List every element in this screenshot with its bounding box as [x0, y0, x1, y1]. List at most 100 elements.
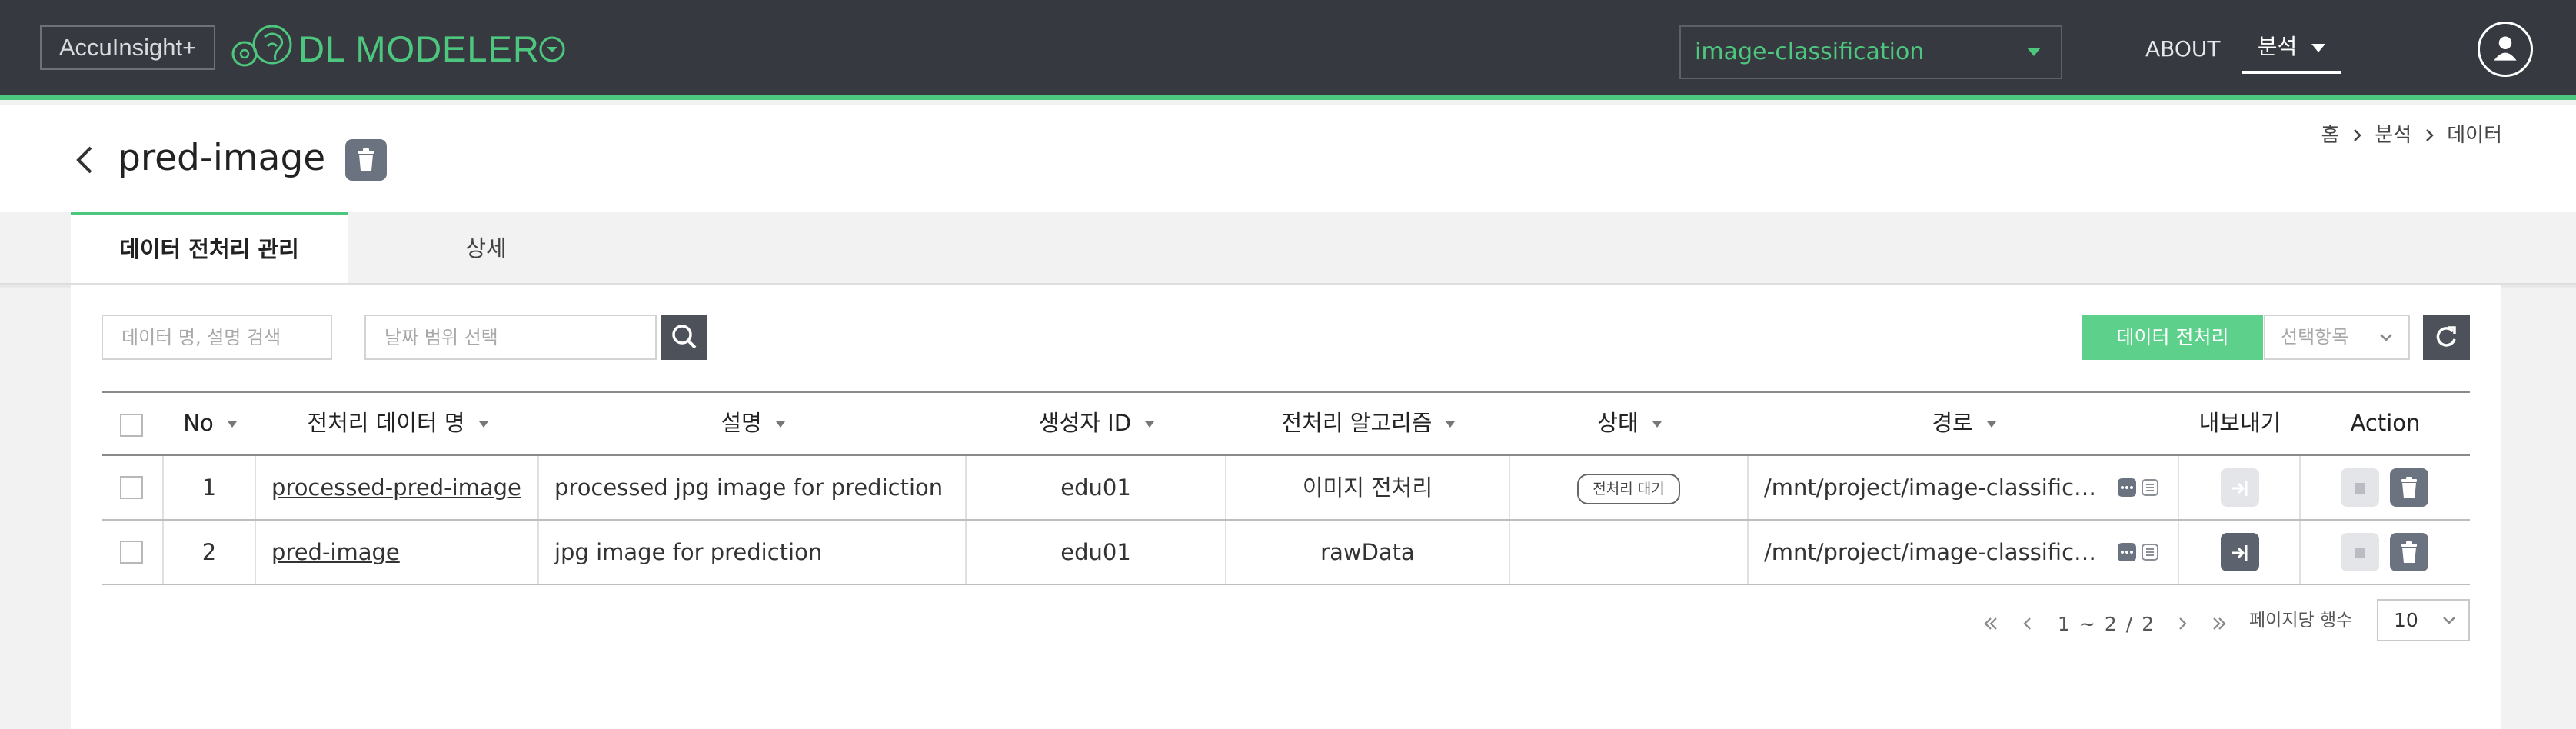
nav-analysis-menu[interactable]: 분석	[2242, 26, 2341, 74]
select-all-checkbox[interactable]	[120, 414, 143, 437]
sort-icon	[1446, 421, 1456, 428]
column-header-no[interactable]: No	[164, 393, 256, 454]
app-menu-chevron-icon[interactable]	[538, 35, 566, 63]
option-select[interactable]: 선택항목	[2264, 315, 2410, 360]
cell-description: processed jpg image for prediction	[539, 456, 967, 519]
cell-algorithm: 이미지 전처리	[1226, 456, 1510, 519]
column-header-status[interactable]: 상태	[1510, 393, 1749, 454]
tab-preprocess-management[interactable]: 데이터 전처리 관리	[71, 212, 348, 285]
rows-per-page-label: 페이지당 행수	[2249, 611, 2353, 631]
dataset-name-link[interactable]: pred-image	[271, 539, 400, 565]
sort-icon	[1652, 421, 1662, 428]
search-button[interactable]	[661, 315, 707, 360]
chevron-down-icon	[2380, 334, 2392, 341]
rows-per-page-value: 10	[2394, 609, 2418, 631]
status-badge: 전처리 대기	[1577, 474, 1680, 504]
cell-action	[2301, 521, 2470, 584]
column-header-export: 내보내기	[2198, 410, 2281, 436]
table-row: 2 pred-image jpg image for prediction ed…	[102, 521, 2470, 585]
refresh-icon	[2436, 326, 2456, 347]
trash-icon	[2401, 541, 2417, 563]
sort-icon	[478, 421, 488, 428]
dl-modeler-logo-icon	[231, 25, 292, 67]
sort-icon	[1145, 421, 1155, 428]
column-header-path[interactable]: 경로	[1749, 393, 2179, 454]
cell-creator: edu01	[967, 456, 1226, 519]
date-range-input[interactable]	[364, 315, 657, 360]
cell-path: /mnt/project/image-classification/data/p…	[1749, 456, 2179, 519]
page-separator: /	[2125, 612, 2133, 635]
current-page: 1	[2058, 612, 2070, 635]
sign-in-icon	[2232, 545, 2248, 561]
more-icon[interactable]	[2118, 543, 2136, 561]
column-header-label: 경로	[1932, 410, 1973, 436]
brand-logo[interactable]: AccuInsight+	[40, 25, 215, 70]
rows-per-page-select[interactable]: 10	[2377, 599, 2470, 641]
sign-in-icon	[2232, 481, 2248, 496]
trash-icon	[358, 148, 374, 171]
refresh-button[interactable]	[2423, 315, 2470, 360]
column-header-label: 생성자 ID	[1038, 410, 1132, 436]
trash-icon	[2401, 477, 2417, 498]
column-header-creator[interactable]: 생성자 ID	[967, 393, 1226, 454]
delete-row-button[interactable]	[2390, 533, 2428, 571]
cell-status: 전처리 대기	[1510, 456, 1749, 519]
cell-algorithm: rawData	[1226, 521, 1510, 584]
caret-down-icon	[2027, 48, 2041, 56]
path-text: /mnt/project/image-classification/data/p…	[1764, 539, 2102, 565]
page-title: pred-image	[118, 137, 326, 179]
delete-dataset-button[interactable]	[345, 139, 387, 181]
export-button[interactable]	[2221, 468, 2259, 507]
cell-description: jpg image for prediction	[539, 521, 967, 584]
stop-icon	[2355, 483, 2365, 494]
back-arrow-icon[interactable]	[71, 143, 98, 177]
sort-icon	[1986, 421, 1996, 428]
cell-action	[2301, 456, 2470, 519]
prev-page-icon[interactable]	[2016, 612, 2039, 635]
last-page-icon[interactable]	[2208, 612, 2231, 635]
stop-icon	[2355, 548, 2365, 558]
column-header-name[interactable]: 전처리 데이터 명	[256, 393, 539, 454]
page-end: 2	[2104, 612, 2117, 635]
nav-about[interactable]: ABOUT	[2145, 34, 2221, 65]
cell-name: processed-pred-image	[256, 456, 539, 519]
page-range-tilde: ~	[2078, 612, 2095, 635]
tab-detail[interactable]: 상세	[348, 212, 624, 285]
column-header-description[interactable]: 설명	[539, 393, 967, 454]
search-input[interactable]	[102, 315, 332, 360]
user-account-icon[interactable]	[2478, 22, 2533, 77]
stop-button[interactable]	[2341, 533, 2379, 571]
breadcrumb-home[interactable]: 홈	[2321, 122, 2339, 149]
preprocess-data-button[interactable]: 데이터 전처리	[2082, 315, 2263, 360]
more-icon[interactable]	[2118, 478, 2136, 497]
cell-name: pred-image	[256, 521, 539, 584]
project-select[interactable]: image-classification	[1679, 25, 2062, 79]
column-header-action: Action	[2350, 410, 2421, 436]
export-button[interactable]	[2221, 533, 2259, 571]
column-header-label: 상태	[1597, 410, 1639, 436]
cell-status	[1510, 521, 1749, 584]
column-header-label: 전처리 알고리즘	[1281, 410, 1433, 436]
copy-path-icon[interactable]	[2141, 478, 2159, 497]
caret-down-icon	[2311, 43, 2326, 52]
row-checkbox[interactable]	[120, 476, 143, 499]
cell-export	[2179, 456, 2301, 519]
first-page-icon[interactable]	[1979, 612, 2002, 635]
stop-button[interactable]	[2341, 468, 2379, 507]
cell-creator: edu01	[967, 521, 1226, 584]
breadcrumb-data: 데이터	[2447, 124, 2502, 147]
path-text: /mnt/project/image-classification/data/p…	[1764, 474, 2102, 501]
next-page-icon[interactable]	[2171, 612, 2194, 635]
row-select-cell	[102, 521, 164, 584]
dataset-name-link[interactable]: processed-pred-image	[271, 474, 521, 501]
delete-row-button[interactable]	[2390, 468, 2428, 507]
row-checkbox[interactable]	[120, 541, 143, 564]
breadcrumb-analysis[interactable]: 분석	[2375, 122, 2411, 149]
cell-no: 1	[164, 456, 256, 519]
row-select-cell	[102, 456, 164, 519]
app-title: DL MODELER	[298, 28, 540, 69]
option-select-placeholder: 선택항목	[2281, 326, 2349, 348]
copy-path-icon[interactable]	[2141, 543, 2159, 561]
column-header-label: 설명	[721, 410, 762, 436]
column-header-algorithm[interactable]: 전처리 알고리즘	[1226, 393, 1510, 454]
